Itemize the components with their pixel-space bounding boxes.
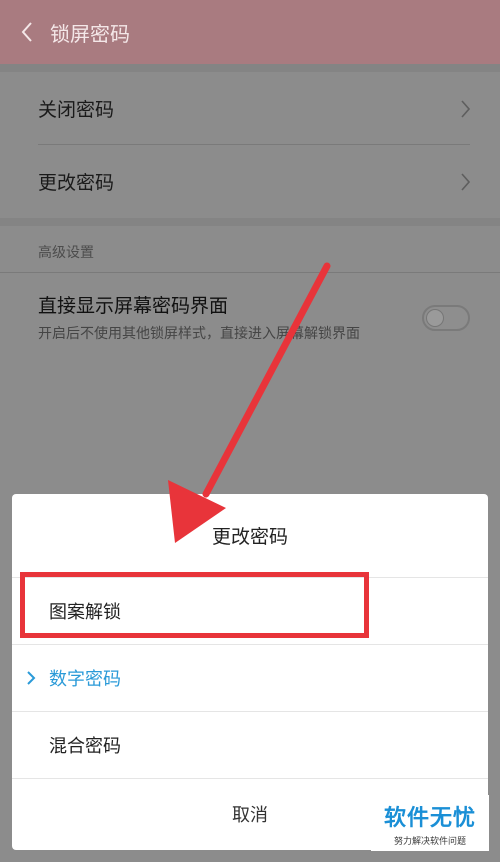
back-button[interactable]	[0, 0, 34, 64]
watermark-main: 软件无忧	[383, 805, 476, 831]
dialog-title: 更改密码	[12, 494, 488, 578]
option-label: 数字密码	[49, 669, 121, 690]
group-gap	[0, 218, 500, 226]
row-subtitle: 开启后不使用其他锁屏样式，直接进入屏幕解锁界面	[38, 326, 360, 342]
watermark-sub: 努力解决软件问题	[393, 836, 466, 847]
row-change-password[interactable]: 更改密码	[0, 145, 500, 218]
watermark-logo: 软件无忧 努力解决软件问题	[371, 795, 489, 851]
annotation-highlight-box	[20, 572, 369, 638]
page-title: 锁屏密码	[50, 21, 130, 46]
toggle-knob	[426, 309, 444, 327]
option-numeric-password[interactable]: 数字密码	[12, 645, 488, 712]
option-label: 混合密码	[49, 736, 121, 757]
section-header: 高级设置	[0, 226, 500, 272]
group-gap	[0, 64, 500, 72]
row-label: 关闭密码	[38, 99, 115, 121]
direct-show-toggle[interactable]	[422, 305, 470, 331]
app-header: 锁屏密码	[0, 0, 500, 64]
row-label: 更改密码	[38, 172, 115, 194]
chevron-right-icon	[461, 99, 470, 118]
chevron-right-icon	[27, 671, 36, 685]
row-close-password[interactable]: 关闭密码	[0, 72, 500, 145]
chevron-right-icon	[461, 172, 470, 191]
row-direct-show[interactable]: 直接显示屏幕密码界面 开启后不使用其他锁屏样式，直接进入屏幕解锁界面	[0, 272, 500, 365]
chevron-left-icon	[21, 22, 32, 42]
option-mixed-password[interactable]: 混合密码	[12, 712, 488, 779]
row-title: 直接显示屏幕密码界面	[38, 295, 229, 317]
